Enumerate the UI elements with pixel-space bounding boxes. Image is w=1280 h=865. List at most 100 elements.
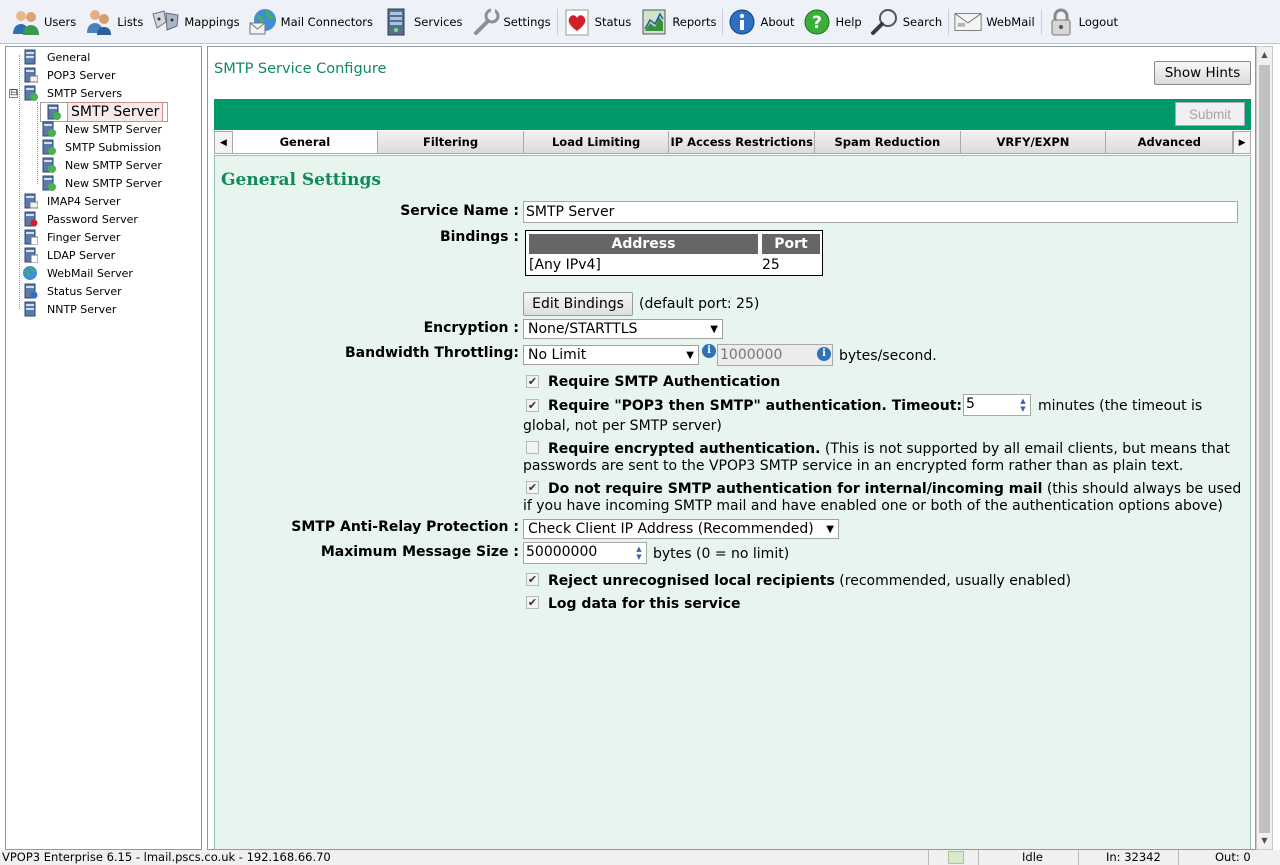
info-icon[interactable]: i xyxy=(702,344,716,358)
timeout-stepper[interactable]: 5 ▲ ▼ xyxy=(963,394,1031,416)
antirelay-label: SMTP Anti-Relay Protection : xyxy=(291,519,519,535)
table-header-address: Address xyxy=(529,234,758,254)
tab-general[interactable]: General xyxy=(232,131,379,153)
toolbar-users[interactable]: Users xyxy=(8,2,81,42)
tree-item-nntp-server[interactable]: NNTP Server xyxy=(22,300,119,318)
encrypted-auth-checkbox[interactable] xyxy=(526,441,539,454)
globe-icon xyxy=(22,265,38,281)
tree-item-pop3-server[interactable]: POP3 Server xyxy=(22,66,119,84)
submit-button[interactable]: Submit xyxy=(1175,102,1245,126)
reject-unrecognised-label: Reject unrecognised local recipients xyxy=(548,573,835,589)
tree-item-webmail-server[interactable]: WebMail Server xyxy=(22,264,136,282)
tab-scroll-left-icon[interactable]: ◀ xyxy=(214,131,233,154)
status-divider xyxy=(978,850,979,865)
server-icon xyxy=(22,211,38,227)
tree-item-password-server[interactable]: Password Server xyxy=(22,210,141,228)
status-divider xyxy=(928,850,929,865)
tab-vrfy-expn[interactable]: VRFY/EXPN xyxy=(960,131,1107,153)
toolbar-mappings[interactable]: Mappings xyxy=(148,2,244,42)
toolbar-separator xyxy=(556,8,558,35)
page-title: SMTP Service Configure xyxy=(214,61,387,77)
toolbar-settings[interactable]: Settings xyxy=(468,2,556,42)
show-hints-button[interactable]: Show Hints xyxy=(1154,61,1251,85)
toolbar-about[interactable]: About xyxy=(724,2,799,42)
mappings-icon xyxy=(151,7,181,37)
tab-scroll-right-icon[interactable]: ▶ xyxy=(1233,131,1251,154)
tab-load-limiting[interactable]: Load Limiting xyxy=(523,131,670,153)
log-data-checkbox[interactable]: ✔ xyxy=(526,596,539,609)
server-icon xyxy=(22,283,38,299)
help-icon: ? xyxy=(802,7,832,37)
bandwidth-units: bytes/second. xyxy=(839,348,937,364)
tab-filtering[interactable]: Filtering xyxy=(378,131,524,153)
tab-advanced[interactable]: Advanced xyxy=(1106,131,1234,153)
info-icon[interactable]: i xyxy=(817,347,831,361)
max-size-stepper[interactable]: 50000000 ▲ ▼ xyxy=(523,542,647,564)
server-icon xyxy=(22,193,38,209)
chevron-down-icon: ▼ xyxy=(686,349,694,361)
reports-icon xyxy=(639,7,669,37)
stepper-arrows-icon[interactable]: ▲ ▼ xyxy=(632,543,646,563)
vertical-scrollbar[interactable]: ▲ ▼ xyxy=(1256,46,1273,850)
bindings-label: Bindings : xyxy=(439,229,519,245)
status-divider xyxy=(1078,850,1079,865)
server-icon xyxy=(22,229,38,245)
main-toolbar: Users Lists Mappings Mail Connectors Ser… xyxy=(0,0,1280,44)
tab-spam-reduction[interactable]: Spam Reduction xyxy=(815,131,961,153)
toolbar-search[interactable]: Search xyxy=(867,2,948,42)
status-in-count: In: 32342 xyxy=(1106,850,1161,864)
scroll-down-icon[interactable]: ▼ xyxy=(1257,833,1272,849)
toolbar-mail-connectors[interactable]: Mail Connectors xyxy=(245,2,378,42)
toolbar-help[interactable]: ? Help xyxy=(799,2,866,42)
toolbar-logout[interactable]: Logout xyxy=(1043,2,1123,42)
toolbar-status[interactable]: Status xyxy=(559,2,637,42)
antirelay-value: Check Client IP Address (Recommended) xyxy=(528,521,814,537)
tree-item-status-server[interactable]: Status Server xyxy=(22,282,125,300)
pop3-then-smtp-checkbox[interactable]: ✔ xyxy=(526,399,539,412)
tree-item-general[interactable]: General xyxy=(22,48,93,66)
tree-item-new-smtp-server[interactable]: New SMTP Server xyxy=(40,174,165,192)
service-name-input[interactable]: SMTP Server xyxy=(523,201,1238,223)
max-size-units: bytes (0 = no limit) xyxy=(653,546,790,562)
stepper-arrows-icon[interactable]: ▲ ▼ xyxy=(1016,395,1030,415)
scroll-up-icon[interactable]: ▲ xyxy=(1257,47,1272,63)
edit-bindings-button[interactable]: Edit Bindings xyxy=(523,292,633,316)
main-content: SMTP Service Configure Show Hints Submit… xyxy=(207,46,1256,850)
default-port-text: (default port: 25) xyxy=(639,296,760,312)
bandwidth-select[interactable]: No Limit ▼ xyxy=(523,345,699,365)
reject-unrecognised-checkbox[interactable]: ✔ xyxy=(526,573,539,586)
require-auth-checkbox[interactable]: ✔ xyxy=(526,375,539,388)
tree-item-finger-server[interactable]: Finger Server xyxy=(22,228,123,246)
pop3-then-smtp-label: Require "POP3 then SMTP" authentication.… xyxy=(548,398,963,414)
reject-unrecognised-note: (recommended, usually enabled) xyxy=(839,573,1072,589)
no-auth-internal-label: Do not require SMTP authentication for i… xyxy=(548,481,1043,497)
tab-ip-access-restrictions[interactable]: IP Access Restrictions xyxy=(669,131,816,153)
encryption-select[interactable]: None/STARTTLS ▼ xyxy=(523,319,723,339)
antirelay-select[interactable]: Check Client IP Address (Recommended) ▼ xyxy=(523,519,839,539)
bandwidth-rate-input: 1000000 xyxy=(717,344,833,366)
toolbar-services[interactable]: Services xyxy=(378,2,468,42)
table-cell-port[interactable]: 25 xyxy=(762,257,780,273)
tree-item-new-smtp-server[interactable]: New SMTP Server xyxy=(40,120,165,138)
padlock-icon xyxy=(1046,7,1076,37)
table-cell-address[interactable]: [Any IPv4] xyxy=(529,257,601,273)
tree-item-imap4-server[interactable]: IMAP4 Server xyxy=(22,192,123,210)
heart-icon xyxy=(562,7,592,37)
toolbar-reports[interactable]: Reports xyxy=(636,2,721,42)
no-auth-internal-checkbox[interactable]: ✔ xyxy=(526,481,539,494)
reject-unrecognised-row: Reject unrecognised local recipients (re… xyxy=(548,573,1071,590)
tree-item-smtp-submission[interactable]: SMTP Submission xyxy=(40,138,164,156)
timeout-suffix-line2: global, not per SMTP server) xyxy=(523,418,722,434)
tree-item-smtp-servers[interactable]: SMTP Servers xyxy=(22,84,125,102)
tree-item-smtp-server[interactable]: SMTP Server xyxy=(40,102,169,122)
tree-item-ldap-server[interactable]: LDAP Server xyxy=(22,246,118,264)
toolbar-webmail[interactable]: WebMail xyxy=(950,2,1039,42)
encrypted-auth-note-line2: passwords are sent to the VPOP3 SMTP ser… xyxy=(523,458,1184,474)
tree-item-new-smtp-server[interactable]: New SMTP Server xyxy=(40,156,165,174)
tree-expander[interactable]: ⊟ xyxy=(9,89,18,98)
services-icon xyxy=(381,7,411,37)
tree-line xyxy=(19,55,20,309)
toolbar-lists[interactable]: Lists xyxy=(81,2,148,42)
server-icon xyxy=(45,104,61,120)
scrollbar-thumb[interactable] xyxy=(1259,65,1270,833)
